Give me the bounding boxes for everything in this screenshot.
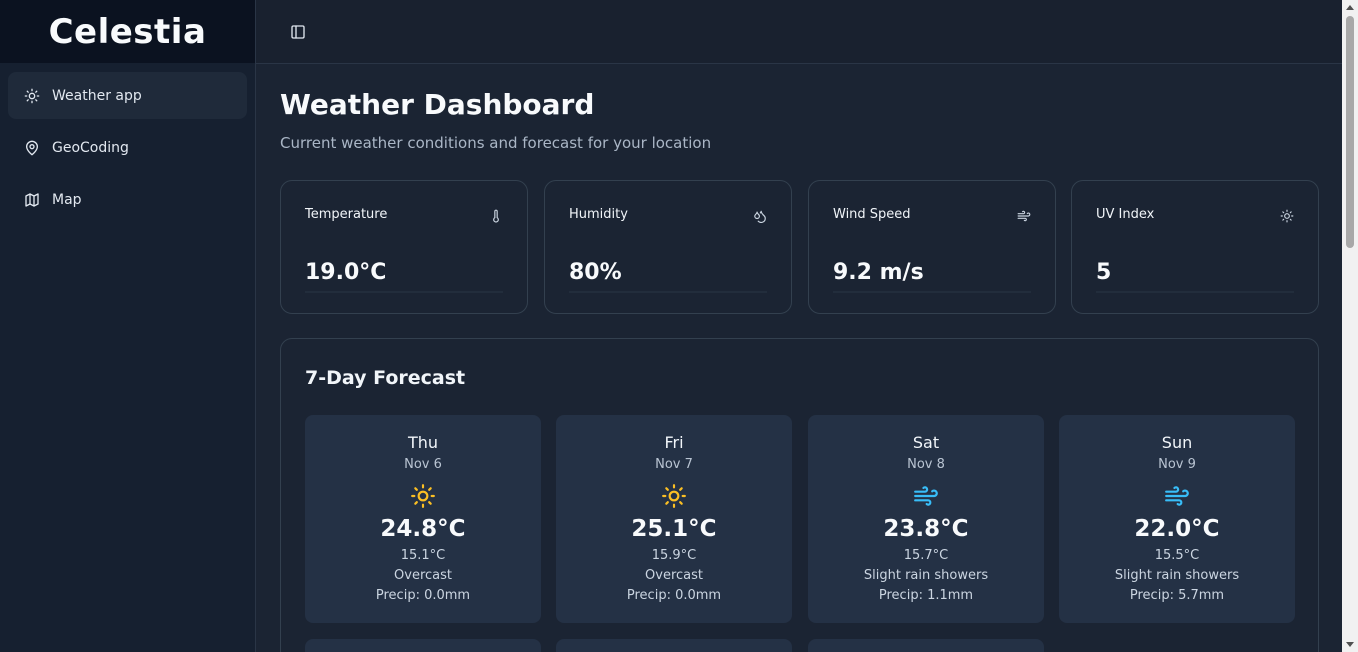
forecast-day-card: Sat Nov 8 23.8°C 15.7°C Slight rain show… xyxy=(808,415,1044,623)
forecast-day-card xyxy=(808,639,1044,652)
forecast-day-card: Fri Nov 7 25.1°C 15.9°C Overcast Precip:… xyxy=(556,415,792,623)
page-title: Weather Dashboard xyxy=(280,88,595,121)
forecast-panel: 7-Day Forecast Thu Nov 6 24.8°C 15.1°C O… xyxy=(280,338,1319,652)
forecast-min-temp: 15.9°C xyxy=(651,548,697,563)
sidebar-item-label: Map xyxy=(52,191,82,208)
stat-value: 19.0°C xyxy=(305,260,387,285)
sun-icon xyxy=(24,88,40,104)
forecast-max-temp: 23.8°C xyxy=(883,516,969,542)
forecast-precip: Precip: 5.7mm xyxy=(1129,588,1225,603)
forecast-day-date: Nov 8 xyxy=(907,457,945,472)
forecast-condition: Slight rain showers xyxy=(863,568,989,583)
forecast-day-date: Nov 7 xyxy=(655,457,693,472)
map-icon xyxy=(24,192,40,208)
stat-divider xyxy=(305,291,503,293)
forecast-max-temp: 25.1°C xyxy=(631,516,717,542)
forecast-max-temp: 24.8°C xyxy=(380,516,466,542)
scroll-up-arrow-icon[interactable] xyxy=(1346,5,1354,10)
stat-card-uv-index: UV Index 5 xyxy=(1071,180,1319,314)
scrollbar-thumb[interactable] xyxy=(1346,16,1354,248)
top-bar xyxy=(256,0,1342,64)
stat-label: Temperature xyxy=(305,207,388,222)
forecast-day-name: Thu xyxy=(407,433,439,452)
forecast-max-temp: 22.0°C xyxy=(1134,516,1220,542)
forecast-min-temp: 15.7°C xyxy=(903,548,949,563)
stat-label: UV Index xyxy=(1096,207,1155,222)
sun-icon xyxy=(1280,208,1294,223)
sidebar-item-map[interactable]: Map xyxy=(8,176,247,223)
forecast-day-card: Thu Nov 6 24.8°C 15.1°C Overcast Precip:… xyxy=(305,415,541,623)
wind-icon xyxy=(1164,483,1190,509)
sun-icon xyxy=(661,483,687,509)
stat-value: 5 xyxy=(1096,260,1112,285)
forecast-day-date: Nov 6 xyxy=(404,457,442,472)
forecast-day-name: Sat xyxy=(912,433,940,452)
stat-divider xyxy=(569,291,767,293)
sidebar-item-geocoding[interactable]: GeoCoding xyxy=(8,124,247,171)
wind-icon xyxy=(913,483,939,509)
stat-card-wind-speed: Wind Speed 9.2 m/s xyxy=(808,180,1056,314)
stat-label: Wind Speed xyxy=(833,207,911,222)
forecast-day-date: Nov 9 xyxy=(1158,457,1196,472)
page-scrollbar[interactable] xyxy=(1342,0,1358,652)
stat-value: 80% xyxy=(569,260,622,285)
sidebar-item-weather-app[interactable]: Weather app xyxy=(8,72,247,119)
brand-logo: Celestia xyxy=(0,0,255,63)
stat-label: Humidity xyxy=(569,207,628,222)
forecast-min-temp: 15.5°C xyxy=(1154,548,1200,563)
forecast-min-temp: 15.1°C xyxy=(400,548,446,563)
forecast-precip: Precip: 1.1mm xyxy=(878,588,974,603)
stat-divider xyxy=(833,291,1031,293)
stat-card-temperature: Temperature 19.0°C xyxy=(280,180,528,314)
stat-card-humidity: Humidity 80% xyxy=(544,180,792,314)
sidebar-toggle-icon[interactable] xyxy=(290,24,306,40)
sidebar-item-label: Weather app xyxy=(52,87,142,104)
sidebar: Celestia Weather app GeoCoding Map xyxy=(0,0,256,652)
sun-icon xyxy=(410,483,436,509)
forecast-day-name: Fri xyxy=(664,433,684,452)
forecast-condition: Slight rain showers xyxy=(1114,568,1240,583)
map-pin-icon xyxy=(24,140,40,156)
forecast-day-card xyxy=(556,639,792,652)
forecast-condition: Overcast xyxy=(645,568,703,583)
forecast-precip: Precip: 0.0mm xyxy=(375,588,471,603)
page-subtitle: Current weather conditions and forecast … xyxy=(280,134,712,152)
scroll-down-arrow-icon[interactable] xyxy=(1346,642,1354,647)
droplets-icon xyxy=(753,208,767,223)
stat-divider xyxy=(1096,291,1294,293)
sidebar-item-label: GeoCoding xyxy=(52,139,129,156)
forecast-day-card xyxy=(305,639,541,652)
main-content: Weather Dashboard Current weather condit… xyxy=(256,64,1342,652)
stat-value: 9.2 m/s xyxy=(833,260,924,285)
forecast-title: 7-Day Forecast xyxy=(305,367,466,389)
forecast-day-card: Sun Nov 9 22.0°C 15.5°C Slight rain show… xyxy=(1059,415,1295,623)
thermometer-icon xyxy=(489,208,503,223)
wind-icon xyxy=(1017,208,1031,222)
forecast-day-name: Sun xyxy=(1161,433,1193,452)
sidebar-nav: Weather app GeoCoding Map xyxy=(0,63,255,237)
forecast-precip: Precip: 0.0mm xyxy=(626,588,722,603)
forecast-condition: Overcast xyxy=(394,568,452,583)
